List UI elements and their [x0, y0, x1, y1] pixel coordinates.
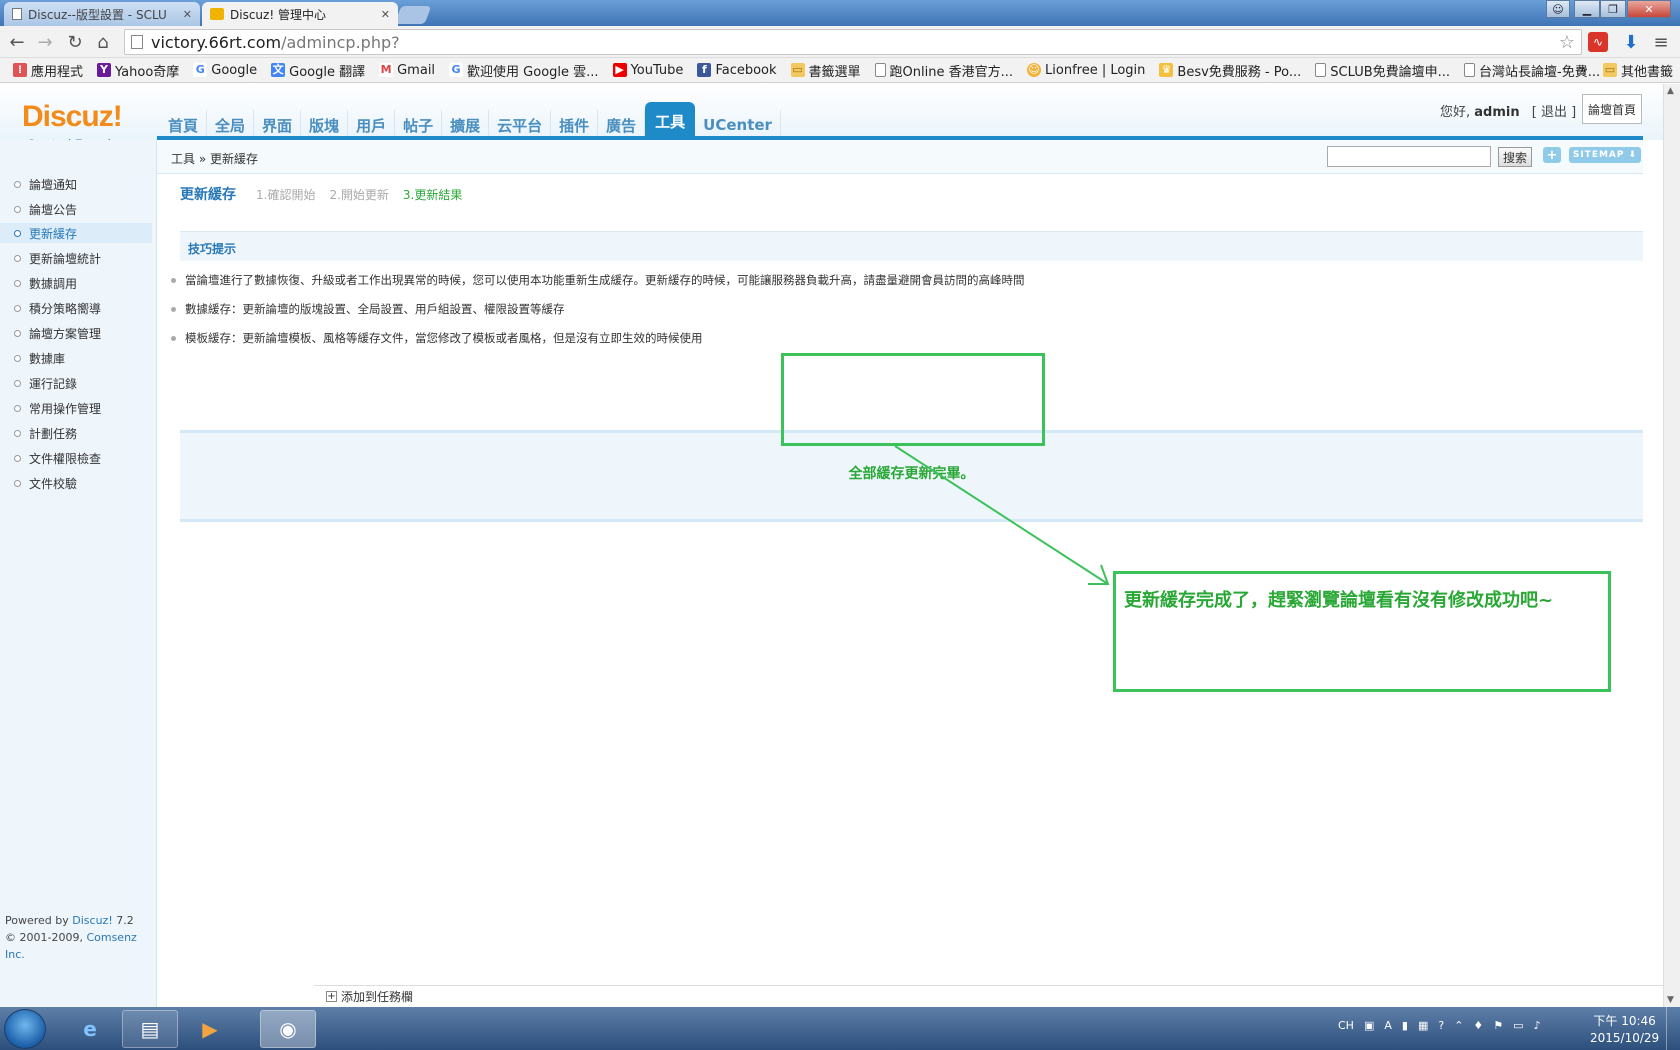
minimize-button[interactable]: ▁: [1574, 0, 1600, 18]
other-bookmarks[interactable]: ▭ 其他書籤: [1596, 61, 1680, 80]
vertical-scrollbar[interactable]: ▲ ▼: [1663, 84, 1680, 1007]
start-button[interactable]: [4, 1009, 46, 1049]
home-icon[interactable]: ⌂: [92, 31, 114, 53]
bookmark-youtube[interactable]: ▶ YouTube: [606, 63, 691, 78]
forward-icon[interactable]: →: [34, 31, 56, 53]
ime-width-icon[interactable]: ▮: [1402, 1019, 1408, 1032]
extension-icon[interactable]: ∿: [1588, 32, 1608, 52]
new-tab-button[interactable]: [394, 6, 432, 24]
help-icon[interactable]: ?: [1438, 1019, 1444, 1032]
scroll-up-icon[interactable]: ▲: [1667, 86, 1674, 96]
show-desktop-button[interactable]: [1666, 1007, 1680, 1050]
google-icon: G: [193, 63, 208, 77]
tray-expand-icon[interactable]: ⌃: [1454, 1019, 1463, 1032]
url-path: /admincp.php?: [281, 32, 400, 52]
scroll-down-icon[interactable]: ▼: [1667, 995, 1674, 1005]
page-icon: [1464, 63, 1476, 77]
browser-tab-title: Discuz! 管理中心: [230, 7, 326, 22]
bookmark-gmail[interactable]: M Gmail: [372, 63, 442, 78]
facebook-icon: f: [697, 63, 712, 77]
browser-tab-1[interactable]: Discuz--版型設置 - SCLU ✕: [4, 2, 200, 26]
bookmark-yahoo[interactable]: Y Yahoo奇摩: [90, 61, 186, 80]
yahoo-icon: Y: [97, 63, 112, 77]
bookmark-sclub[interactable]: SCLUB免費論壇申...: [1308, 61, 1457, 80]
browser-toolbar: ← → ↻ ⌂ victory.66rt.com/admincp.php? ☆ …: [0, 26, 1680, 58]
browser-tab-title: Discuz--版型設置 - SCLU: [28, 7, 167, 22]
browser-tab-2[interactable]: Discuz! 管理中心 ✕: [202, 2, 398, 26]
page-icon: [131, 35, 143, 49]
folder-icon: ▭: [790, 63, 805, 77]
volume-icon[interactable]: ♪: [1534, 1019, 1541, 1032]
language-indicator[interactable]: CH: [1338, 1019, 1354, 1032]
annotation-note: 更新緩存完成了，趕緊瀏覽論壇看有沒有修改成功吧~: [1124, 590, 1554, 611]
discuz-favicon-icon: [210, 8, 224, 20]
trophy-icon: ♛: [1159, 63, 1174, 77]
chrome-icon[interactable]: ◉: [260, 1010, 316, 1048]
system-tray: CH ▣ A ▮ ▦ ? ⌃ ♦ ⚑ ▭ ♪: [1338, 1019, 1541, 1032]
google-icon: G: [449, 63, 464, 77]
annotation-arrow: [894, 445, 1110, 585]
page-icon: [12, 8, 22, 20]
bookmark-apps[interactable]: ⁞ 應用程式: [6, 61, 90, 80]
antivirus-icon[interactable]: ♦: [1473, 1019, 1483, 1032]
clock[interactable]: 下午 10:46 2015/10/29: [1590, 1013, 1659, 1047]
bookmark-folder[interactable]: ▭ 書籤選單: [784, 61, 868, 80]
clock-time: 下午 10:46: [1593, 1014, 1656, 1028]
url-host: victory.66rt.com: [151, 32, 282, 52]
folder-icon: ▭: [1603, 63, 1617, 77]
clock-date: 2015/10/29: [1590, 1031, 1660, 1045]
lion-icon: ☺: [1027, 63, 1042, 77]
flag-icon[interactable]: ⚑: [1493, 1019, 1503, 1032]
file-explorer-icon[interactable]: ▤: [122, 1010, 178, 1048]
bookmark-google-cloud[interactable]: G 歡迎使用 Google 雲...: [442, 61, 606, 80]
close-icon[interactable]: ✕: [381, 8, 390, 21]
bookmark-lionfree[interactable]: ☺ Lionfree | Login: [1020, 63, 1152, 78]
bookmarks-overflow-button[interactable]: »: [1572, 63, 1594, 78]
page-icon: [1315, 63, 1327, 77]
ime-mode-icon[interactable]: A: [1384, 1019, 1392, 1032]
back-icon[interactable]: ←: [6, 31, 28, 53]
internet-explorer-icon[interactable]: e: [62, 1010, 118, 1048]
bookmark-besv[interactable]: ♛ Besv免費服務 - Po...: [1152, 61, 1308, 80]
browser-tab-strip: Discuz--版型設置 - SCLU ✕ Discuz! 管理中心 ✕ ☺ ▁…: [0, 0, 1680, 26]
star-icon[interactable]: ☆: [1559, 32, 1575, 53]
bookmark-runonline[interactable]: 跑Online 香港官方...: [868, 61, 1020, 80]
maximize-button[interactable]: ❐: [1600, 0, 1626, 18]
network-icon[interactable]: ▭: [1513, 1019, 1523, 1032]
menu-icon[interactable]: ≡: [1650, 31, 1672, 53]
bookmark-facebook[interactable]: f Facebook: [690, 63, 783, 78]
gmail-icon: M: [379, 63, 394, 77]
close-window-button[interactable]: ✕: [1627, 0, 1671, 18]
ime-icon[interactable]: ▣: [1364, 1019, 1374, 1032]
bookmark-google-translate[interactable]: 文 Google 翻譯: [264, 61, 372, 80]
bookmarks-bar: ⁞ 應用程式 Y Yahoo奇摩 G Google 文 Google 翻譯 M Gmail…: [0, 58, 1680, 83]
ime-settings-icon[interactable]: ▦: [1418, 1019, 1428, 1032]
bookmark-google[interactable]: G Google: [186, 63, 264, 78]
user-icon[interactable]: ☺: [1546, 0, 1570, 18]
page-icon: [874, 63, 886, 77]
media-player-icon[interactable]: ▶: [182, 1010, 238, 1048]
youtube-icon: ▶: [612, 63, 627, 77]
admin-page: Discuz! Control Panel 首頁 全局 界面 版塊 用戶 帖子 …: [0, 84, 1663, 1007]
translate-icon: 文: [271, 63, 286, 77]
close-icon[interactable]: ✕: [183, 8, 192, 21]
taskbar: e ▤ ▶ ◉ CH ▣ A ▮ ▦ ? ⌃ ♦ ⚑ ▭ ♪ 下午 10:46 …: [0, 1007, 1680, 1050]
address-bar[interactable]: victory.66rt.com/admincp.php? ☆: [124, 29, 1582, 55]
reload-icon[interactable]: ↻: [64, 31, 86, 53]
apps-grid-icon: ⁞: [13, 63, 27, 77]
download-icon[interactable]: ⬇: [1620, 31, 1642, 53]
